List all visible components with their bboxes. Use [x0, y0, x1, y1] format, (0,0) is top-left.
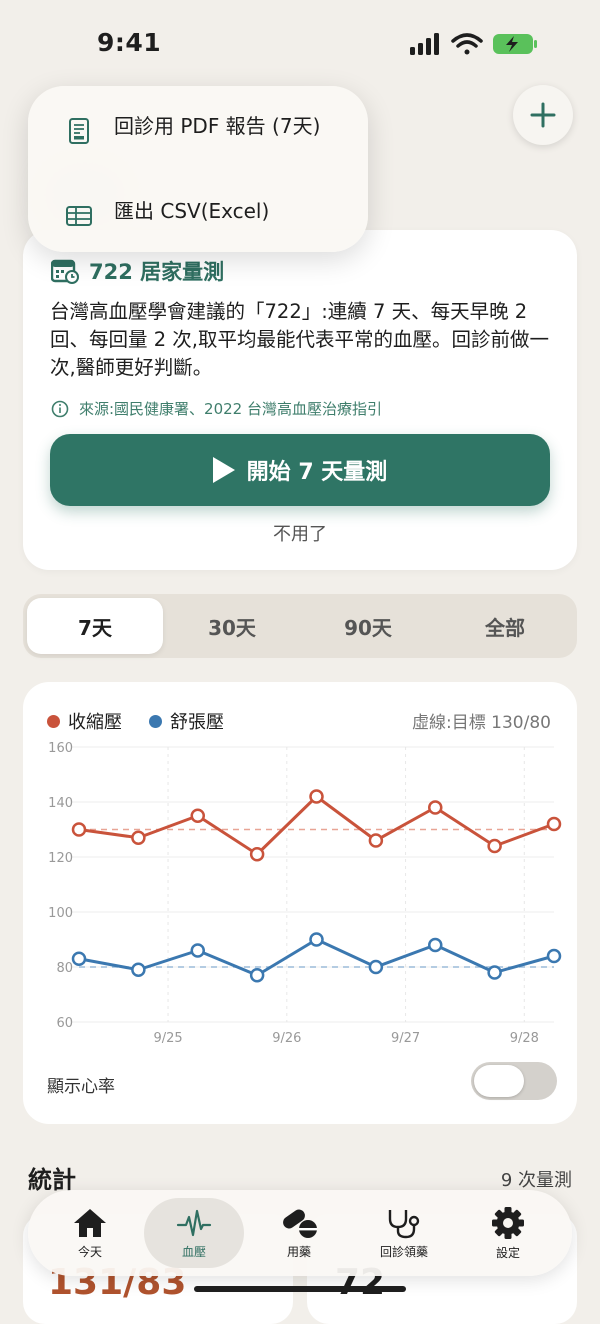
status-icons [410, 30, 540, 58]
info-icon [51, 400, 69, 417]
x-tick-label: 9/25 [153, 1031, 182, 1046]
signal-icon [410, 33, 439, 55]
legend-diastolic: 舒張壓 [149, 708, 224, 734]
play-icon [212, 457, 235, 483]
tab-all[interactable]: 全部 [437, 598, 573, 654]
diastolic-point [309, 932, 324, 947]
y-tick-label: 120 [48, 851, 73, 866]
systolic-point [249, 847, 265, 862]
card-722-source: 來源:國民健康署、2022 台灣高血壓治療指引 [51, 398, 382, 419]
systolic-dot-icon [47, 714, 60, 728]
tabbar-revisit[interactable]: 回診領藥 [354, 1198, 454, 1268]
systolic-point [368, 833, 384, 848]
bp-chart-card: 收縮壓 舒張壓 虛線:目標 130/80 160 140 120 100 80 60 9/2… [23, 682, 577, 1124]
diastolic-point [546, 948, 562, 964]
status-time: 9:41 [97, 28, 162, 57]
plus-icon [530, 102, 556, 128]
tabbar-medication-label: 用藥 [286, 1244, 311, 1259]
legend-systolic-label: 收縮壓 [68, 712, 122, 733]
y-tick-label: 60 [56, 1016, 73, 1031]
document-icon [69, 118, 89, 144]
heart-rate-toggle[interactable] [471, 1062, 557, 1100]
diastolic-point [190, 943, 205, 958]
diastolic-point [487, 965, 502, 980]
add-button[interactable] [513, 85, 573, 145]
diastolic-point [428, 937, 443, 953]
heart-rate-label: 顯示心率 [47, 1077, 115, 1097]
menu-item-csv-label: 匯出 CSV(Excel) [114, 199, 270, 223]
y-tick-label: 140 [48, 796, 73, 811]
menu-item-pdf-report[interactable]: 回診用 PDF 報告 (7天) [64, 112, 320, 146]
systolic-point [131, 830, 146, 845]
tab-90-days[interactable]: 90天 [300, 598, 436, 654]
x-tick-label: 9/27 [391, 1031, 420, 1046]
pulse-icon [176, 1209, 212, 1236]
start-7-day-button[interactable]: 開始 7 天量測 [50, 434, 550, 506]
diastolic-dot-icon [149, 714, 162, 728]
diastolic-point [368, 959, 384, 975]
y-tick-label: 100 [48, 906, 73, 921]
systolic-point [546, 816, 562, 832]
gear-icon [492, 1206, 524, 1239]
diastolic-point [71, 951, 87, 966]
tabbar-revisit-label: 回診領藥 [379, 1244, 428, 1259]
stats-count: 9 次量測 [500, 1170, 572, 1191]
systolic-point [428, 800, 443, 815]
systolic-point [487, 838, 502, 854]
bp-line-chart: 160 140 120 100 80 60 9/25 9/26 9/27 9/28 [48, 741, 562, 1046]
range-tabs: 7天 30天 90天 全部 [23, 594, 577, 658]
start-button-label: 開始 7 天量測 [246, 460, 388, 485]
tabbar-settings-label: 設定 [495, 1245, 520, 1260]
calendar-clock-icon [51, 259, 79, 284]
y-tick-label: 80 [56, 961, 73, 976]
table-icon [66, 206, 92, 226]
tab-30-days[interactable]: 30天 [164, 598, 300, 654]
source-text: 來源:國民健康署、2022 台灣高血壓治療指引 [79, 400, 382, 418]
dismiss-button[interactable]: 不用了 [23, 520, 577, 546]
export-menu: 回診用 PDF 報告 (7天) 匯出 CSV(Excel) [28, 86, 368, 252]
menu-item-csv-export[interactable]: 匯出 CSV(Excel) [64, 197, 269, 231]
systolic-point [71, 822, 87, 837]
y-tick-label: 160 [48, 741, 73, 756]
tabbar-medication[interactable]: 用藥 [249, 1198, 349, 1268]
x-tick-label: 9/26 [272, 1031, 301, 1046]
tabbar-today-label: 今天 [77, 1244, 102, 1259]
legend-systolic: 收縮壓 [47, 708, 122, 734]
wifi-icon [451, 33, 483, 55]
tabbar-blood-pressure[interactable]: 血壓 [144, 1198, 244, 1268]
card-722-description: 台灣高血壓學會建議的「722」:連續 7 天、每天早晚 2 回、每回量 2 次,… [50, 300, 550, 379]
bottom-tab-bar: 今天 血壓 用藥 回診領藥 設定 [28, 1190, 572, 1276]
systolic-line [78, 795, 555, 856]
stethoscope-icon [388, 1209, 420, 1238]
home-indicator [194, 1286, 406, 1292]
diastolic-point [249, 968, 265, 983]
toggle-knob [474, 1065, 524, 1097]
card-722-title: 722 居家量測 [89, 260, 225, 284]
x-tick-label: 9/28 [510, 1031, 539, 1046]
tabbar-settings[interactable]: 設定 [458, 1198, 558, 1268]
home-icon [74, 1208, 106, 1237]
tabbar-bp-label: 血壓 [181, 1244, 206, 1259]
card-722-header: 722 居家量測 [51, 256, 224, 286]
systolic-point [309, 789, 324, 804]
menu-item-pdf-label: 回診用 PDF 報告 (7天) [114, 114, 321, 138]
battery-icon [493, 34, 537, 54]
legend-diastolic-label: 舒張壓 [170, 712, 224, 733]
tabbar-today[interactable]: 今天 [40, 1198, 140, 1268]
tab-7-days[interactable]: 7天 [27, 598, 163, 654]
card-722: 722 居家量測 台灣高血壓學會建議的「722」:連續 7 天、每天早晚 2 回… [23, 230, 577, 570]
systolic-point [190, 808, 205, 823]
target-note: 虛線:目標 130/80 [412, 713, 551, 733]
pill-icon [283, 1209, 317, 1238]
diastolic-point [131, 962, 146, 977]
